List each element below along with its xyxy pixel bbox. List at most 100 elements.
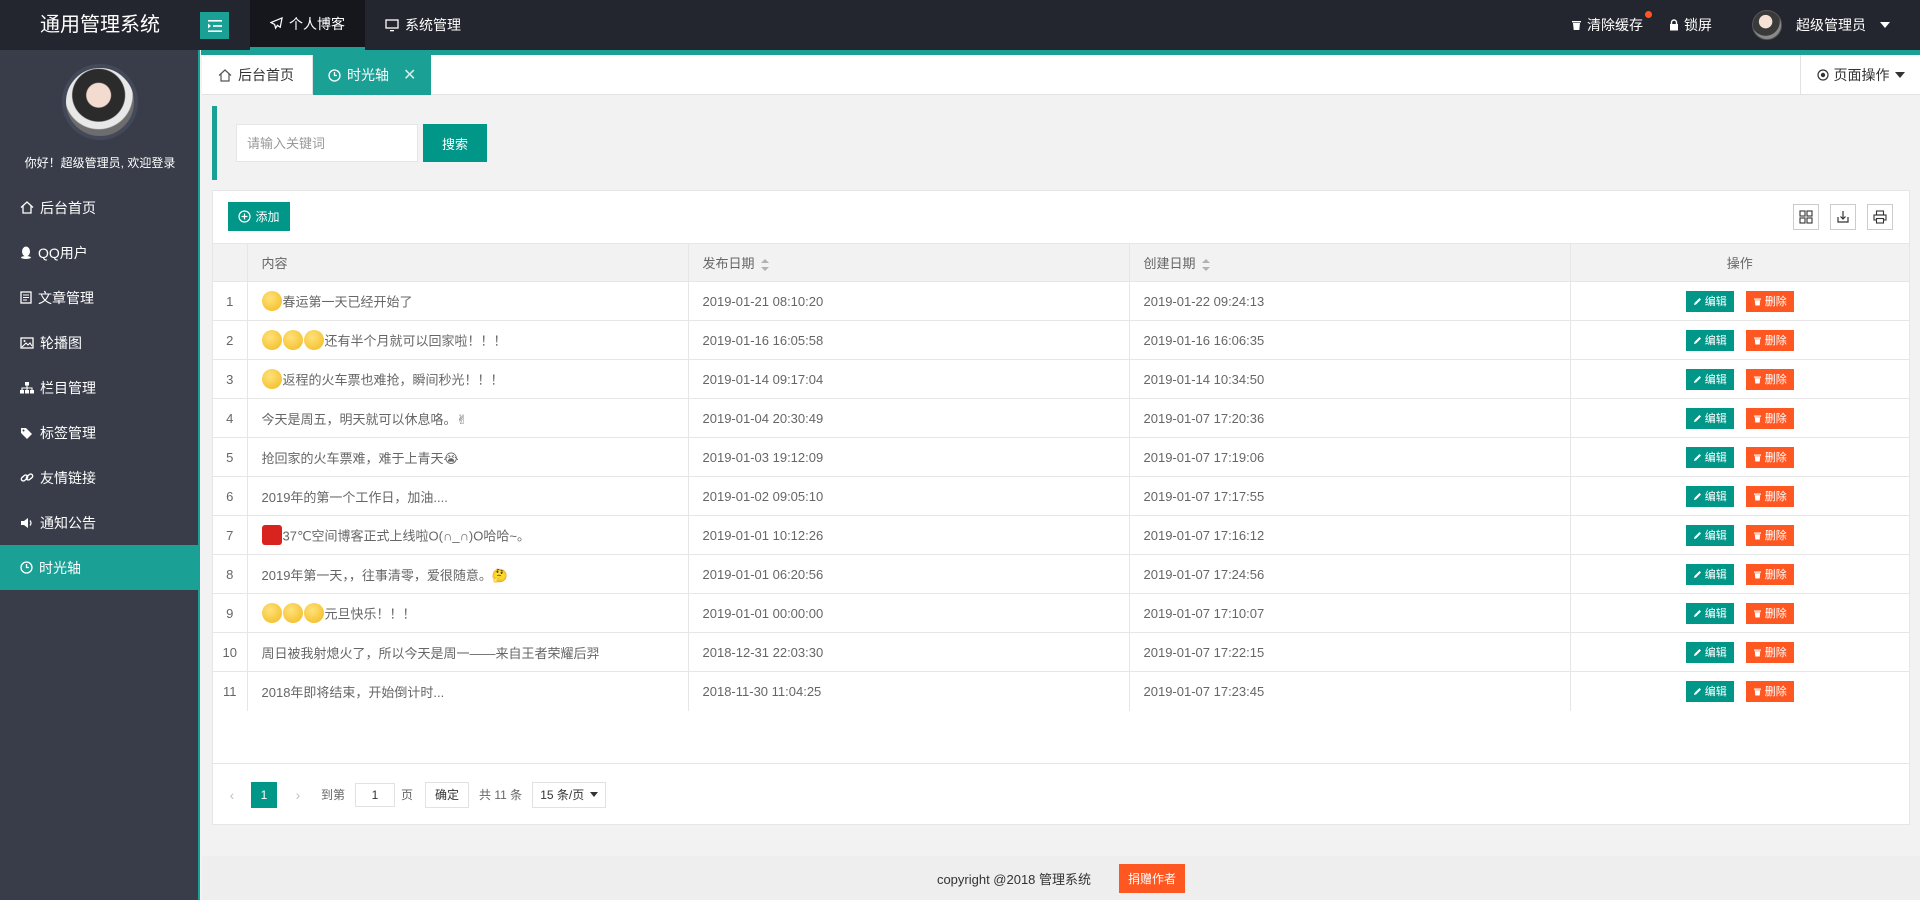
edit-button[interactable]: 编辑 [1685, 485, 1734, 507]
topnav-personal-blog[interactable]: 个人博客 [250, 0, 365, 50]
sidebar-item-timeline[interactable]: 时光轴 [0, 545, 198, 590]
sidebar-item-links[interactable]: 友情链接 [0, 455, 198, 500]
sort-icon[interactable] [760, 258, 769, 271]
add-button[interactable]: 添加 [228, 202, 290, 231]
row-content-text: 2019年第一天，，往事清零，爱很随意。🤔 [261, 567, 509, 583]
row-publish-date: 2019-01-16 16:05:58 [688, 320, 1130, 360]
trash-icon [1753, 532, 1761, 539]
qq-icon [21, 246, 31, 259]
menu-fold-icon [207, 19, 222, 32]
delete-button[interactable]: 删除 [1745, 602, 1794, 624]
close-icon[interactable]: ✕ [403, 65, 416, 85]
delete-button[interactable]: 删除 [1745, 407, 1794, 429]
row-publish-date: 2018-11-30 11:04:25 [688, 671, 1130, 711]
sidebar-item-label: 后台首页 [40, 199, 96, 216]
table-row: 11 2018年即将结束，开始倒计时... 2018-11-30 11:04:25 2… [213, 671, 1909, 711]
tab-home[interactable]: 后台首页 [202, 55, 313, 95]
edit-button[interactable]: 编辑 [1685, 680, 1734, 702]
page-operations-dropdown[interactable]: 页面操作 [1800, 55, 1920, 95]
edit-button[interactable]: 编辑 [1685, 329, 1734, 351]
tab-bar: 后台首页 时光轴 ✕ 页面操作 [202, 55, 1920, 95]
emoji-icon [282, 603, 303, 623]
edit-button[interactable]: 编辑 [1685, 563, 1734, 585]
topnav-system-management[interactable]: 系统管理 [365, 0, 481, 50]
columns-filter-button[interactable] [1793, 204, 1819, 230]
emoji-icon [261, 369, 282, 389]
edit-button[interactable]: 编辑 [1685, 368, 1734, 390]
delete-button[interactable]: 删除 [1745, 329, 1794, 351]
sidebar-item-articles[interactable]: 文章管理 [0, 275, 198, 320]
edit-button[interactable]: 编辑 [1685, 446, 1734, 468]
user-name: 超级管理员 [1796, 17, 1866, 33]
edit-button[interactable]: 编辑 [1685, 602, 1734, 624]
delete-button[interactable]: 删除 [1745, 524, 1794, 546]
chevron-down-icon [1894, 72, 1905, 78]
home-icon [218, 68, 232, 82]
row-create-date: 2019-01-16 16:06:35 [1129, 320, 1571, 360]
row-create-date: 2019-01-07 17:22:15 [1129, 632, 1571, 672]
column-header-content: 内容 [247, 243, 689, 282]
sidebar-item-tags[interactable]: 标签管理 [0, 410, 198, 455]
sidebar-item-home[interactable]: 后台首页 [0, 185, 198, 230]
menu-toggle-button[interactable] [200, 12, 229, 39]
user-menu[interactable]: 超级管理员 [1752, 10, 1890, 40]
column-header-index [213, 243, 248, 282]
printer-icon [1873, 210, 1887, 224]
delete-button[interactable]: 删除 [1745, 641, 1794, 663]
sidebar-item-qq-users[interactable]: QQ用户 [0, 230, 198, 275]
row-actions: 编辑 删除 [1570, 593, 1909, 633]
tab-timeline[interactable]: 时光轴 ✕ [313, 55, 431, 95]
search-button[interactable]: 搜索 [423, 124, 487, 162]
column-header-create-date[interactable]: 创建日期 [1129, 243, 1571, 282]
delete-label: 删除 [1764, 569, 1787, 581]
edit-label: 编辑 [1704, 491, 1727, 503]
delete-button[interactable]: 删除 [1745, 446, 1794, 468]
edit-button[interactable]: 编辑 [1685, 407, 1734, 429]
pencil-icon [1693, 375, 1701, 383]
edit-button[interactable]: 编辑 [1685, 641, 1734, 663]
sidebar-item-carousel[interactable]: 轮播图 [0, 320, 198, 365]
delete-button[interactable]: 删除 [1745, 563, 1794, 585]
print-button[interactable] [1867, 204, 1893, 230]
export-button[interactable] [1830, 204, 1856, 230]
row-content: 周日被我射熄火了，所以今天是周一——来自王者荣耀后羿 [247, 632, 689, 672]
goto-confirm-button[interactable]: 确定 [425, 781, 470, 808]
delete-label: 删除 [1764, 296, 1787, 308]
search-input[interactable] [236, 124, 418, 162]
lock-screen-button[interactable]: 锁屏 [1669, 15, 1712, 35]
clear-cache-button[interactable]: 清除缓存 [1571, 11, 1652, 35]
edit-button[interactable]: 编辑 [1685, 524, 1734, 546]
row-create-date: 2019-01-07 17:10:07 [1129, 593, 1571, 633]
columns-icon [1799, 210, 1813, 224]
row-index: 11 [213, 671, 248, 711]
delete-button[interactable]: 删除 [1745, 368, 1794, 390]
edit-label: 编辑 [1704, 335, 1727, 347]
goto-page-input[interactable] [355, 782, 396, 807]
header-right-tools: 清除缓存 锁屏 超级管理员 [1545, 0, 1890, 50]
row-publish-date: 2019-01-02 09:05:10 [688, 476, 1130, 516]
delete-button[interactable]: 删除 [1745, 680, 1794, 702]
row-content-text: 2018年即将结束，开始倒计时... [261, 684, 445, 700]
edit-button[interactable]: 编辑 [1685, 290, 1734, 312]
donate-button[interactable]: 捐赠作者 [1119, 863, 1186, 893]
row-actions: 编辑 删除 [1570, 398, 1909, 438]
table-row: 9 元旦快乐！！！ 2019-01-01 00:00:00 2019-01-07 17… [213, 593, 1909, 633]
page-1-button[interactable]: 1 [251, 781, 277, 808]
trash-icon [1753, 454, 1761, 461]
emoji-icon [261, 525, 282, 545]
edit-label: 编辑 [1704, 686, 1727, 699]
page-size-select[interactable]: 15 条/页 [532, 781, 607, 808]
row-create-date: 2019-01-22 09:24:13 [1129, 281, 1571, 321]
next-page-icon[interactable]: › [291, 787, 305, 803]
delete-button[interactable]: 删除 [1745, 290, 1794, 312]
edit-label: 编辑 [1704, 413, 1727, 425]
row-publish-date: 2019-01-21 08:10:20 [688, 281, 1130, 321]
sidebar-item-notices[interactable]: 通知公告 [0, 500, 198, 545]
prev-page-icon[interactable]: ‹ [225, 787, 239, 803]
sidebar-item-categories[interactable]: 栏目管理 [0, 365, 198, 410]
delete-button[interactable]: 删除 [1745, 485, 1794, 507]
sort-icon[interactable] [1201, 258, 1210, 271]
row-create-date: 2019-01-07 17:20:36 [1129, 398, 1571, 438]
column-header-publish-date[interactable]: 发布日期 [688, 243, 1130, 282]
column-header-content-label: 内容 [261, 256, 288, 271]
